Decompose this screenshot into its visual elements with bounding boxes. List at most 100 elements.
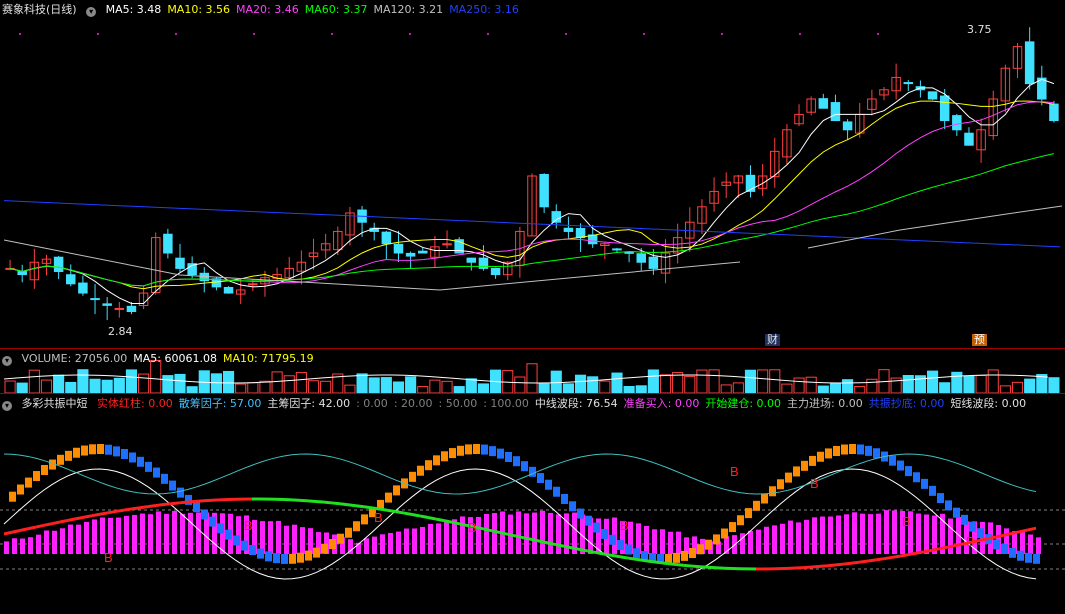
midline-segment <box>19 527 29 532</box>
ma-legend-item: MA250: 3.16 <box>449 3 519 16</box>
histogram-bar <box>924 514 929 554</box>
histogram-bar <box>540 510 545 554</box>
wave-step <box>265 551 272 562</box>
volume-bar <box>162 375 174 394</box>
histogram-bar <box>868 514 873 554</box>
histogram-bar <box>140 513 145 554</box>
candle-body <box>175 257 185 269</box>
wave-step <box>113 446 120 457</box>
histogram-bar <box>1036 537 1041 554</box>
midline-segment <box>995 533 1005 539</box>
histogram-bar <box>124 515 129 554</box>
menu-chevron-icon[interactable]: ▾ <box>2 401 12 411</box>
volume-bar <box>647 369 659 394</box>
histogram-bar <box>292 524 297 554</box>
signal-dot <box>175 33 177 35</box>
candle-body <box>830 102 841 122</box>
wave-step <box>825 448 832 459</box>
wave-step <box>737 515 744 526</box>
wave-step <box>121 448 128 459</box>
midline-segment <box>3 530 13 536</box>
wave-step <box>129 452 136 463</box>
wave-step <box>601 528 608 539</box>
low-price-label: 2.84 <box>108 325 133 338</box>
histogram-bar <box>396 531 401 554</box>
midline-segment <box>843 561 853 566</box>
histogram-bar <box>60 528 65 554</box>
histogram-bar <box>132 514 137 554</box>
midline-segment <box>555 543 565 548</box>
signal-dot <box>799 33 801 35</box>
midline-segment <box>579 548 589 553</box>
volume-bar <box>283 375 295 394</box>
midline-segment <box>1011 530 1021 535</box>
buy-marker: B <box>966 534 975 549</box>
midline-segment <box>147 504 157 509</box>
wave-step <box>441 451 448 462</box>
candle-body <box>405 252 416 257</box>
menu-chevron-icon[interactable]: ▾ <box>86 7 97 17</box>
volume-bar <box>1011 381 1024 394</box>
wave-step <box>209 516 216 527</box>
midline-segment <box>1019 528 1029 534</box>
histogram-bar <box>812 517 817 554</box>
volume-bar <box>247 382 259 394</box>
midline-segment <box>43 522 53 527</box>
volume-bar <box>368 377 380 394</box>
signal-dot <box>643 33 645 35</box>
volume-header: ▾ VOLUME: 27056.00 MA5: 60061.08 MA10: 717… <box>2 352 326 366</box>
midline-segment <box>619 555 629 560</box>
midline-segment <box>363 505 373 510</box>
forecast-tag[interactable]: 预 <box>972 334 987 346</box>
midline-segment <box>531 538 541 543</box>
midline-segment <box>75 515 85 521</box>
midline-segment <box>851 560 861 565</box>
midline-segment <box>195 499 205 503</box>
volume-bar <box>696 369 708 394</box>
midline-segment <box>899 553 909 558</box>
indicator-pane[interactable]: ▾ 多彩共振中短 实体红柱: 0.00 散筹因子: 57.00 主筹因子: 42.0… <box>0 394 1065 614</box>
candle-body <box>952 115 962 131</box>
wave-step <box>425 460 432 471</box>
price-pane[interactable]: 赛象科技(日线) ▾ MA5: 3.48 MA10: 3.56 MA20: 3.46… <box>0 0 1065 348</box>
signal-dot <box>19 33 21 35</box>
midline-segment <box>339 502 349 507</box>
midline-segment <box>315 499 325 504</box>
wave-step <box>593 522 600 533</box>
midline-segment <box>891 554 901 559</box>
volume-bar <box>65 381 77 394</box>
signal-dot <box>97 33 99 35</box>
signal-dot <box>487 33 489 35</box>
candle-body <box>612 248 622 251</box>
histogram-bar <box>372 536 377 554</box>
wave-step <box>785 472 792 483</box>
menu-chevron-icon[interactable]: ▾ <box>2 356 12 366</box>
candle-body <box>539 173 549 208</box>
candle-body <box>466 257 477 263</box>
midline-segment <box>395 510 405 515</box>
histogram-bar <box>772 525 777 554</box>
wave-step <box>393 485 400 496</box>
ma-legend-item: MA5: 3.48 <box>105 3 162 16</box>
volume-bar <box>574 374 587 394</box>
midline-segment <box>123 507 133 512</box>
volume-bar <box>599 380 611 394</box>
midline-segment <box>939 545 949 551</box>
histogram-bar <box>68 524 73 554</box>
histogram-bar <box>852 512 857 554</box>
wave-step <box>969 521 976 532</box>
midline-segment <box>507 532 517 538</box>
histogram-bar <box>108 517 113 554</box>
wave-step <box>809 455 816 466</box>
wave-step <box>729 522 736 533</box>
stock-title: 赛象科技(日线) <box>2 3 77 16</box>
histogram-bar <box>300 527 305 554</box>
wave-step <box>489 446 496 457</box>
buy-marker: B <box>104 550 113 565</box>
histogram-bar <box>36 534 41 554</box>
finance-tag[interactable]: 财 <box>765 334 780 346</box>
volume-pane[interactable]: ▾ VOLUME: 27056.00 MA5: 60061.08 MA10: 717… <box>0 349 1065 394</box>
wave-step <box>465 444 472 455</box>
histogram-bar <box>52 530 57 554</box>
histogram-bar <box>756 529 761 554</box>
